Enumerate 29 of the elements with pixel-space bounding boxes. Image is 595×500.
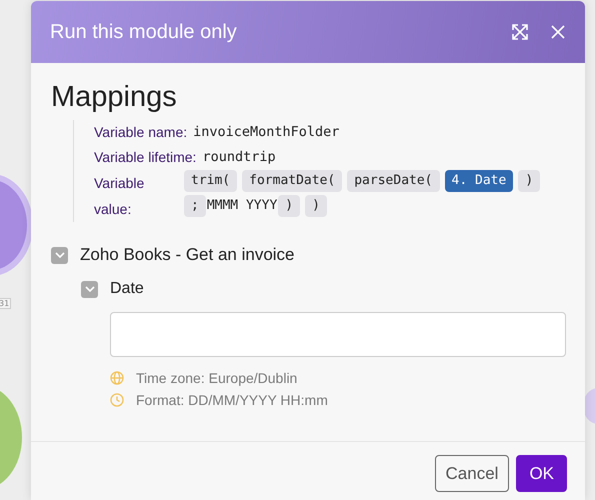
field-label: Date [110,280,144,298]
expand-icon[interactable] [511,23,529,41]
section-heading: Mappings [51,81,178,114]
ok-button[interactable]: OK [516,455,567,492]
field-value: invoiceMonthFolder [193,123,340,142]
function-pill: trim( [184,170,238,192]
function-pill: parseDate( [347,170,440,192]
function-pill: ) [518,170,540,192]
expression-text: MMMM YYYY [206,197,278,215]
module-title: Zoho Books - Get an invoice [80,245,295,265]
close-icon[interactable] [551,25,565,39]
function-pill: ; [184,195,206,217]
collapse-toggle[interactable] [81,280,98,298]
function-pill: ) [305,195,327,217]
hint-text: Time zone: Europe/Dublin [136,370,298,386]
collapse-toggle[interactable] [51,246,68,264]
clock-icon [110,393,124,407]
field-label: Variable value: [94,174,146,219]
globe-icon [110,371,124,385]
function-pill: ) [278,195,300,217]
hint-text: Format: DD/MM/YYYY HH:mm [136,392,328,408]
field-value: roundtrip [202,148,276,167]
field-label: Variable lifetime: [94,148,196,167]
cancel-button[interactable]: Cancel [434,455,510,492]
function-pill: formatDate( [242,170,342,192]
date-input[interactable] [110,312,566,357]
mapped-item-pill[interactable]: 4. Date [444,170,514,192]
field-label: Variable name: [94,123,188,142]
dialog-title: Run this module only [50,20,237,44]
